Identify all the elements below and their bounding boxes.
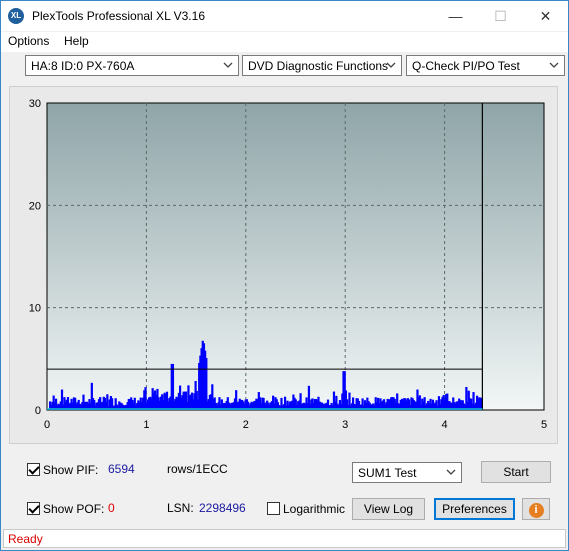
close-button[interactable]: ✕ [523,1,568,31]
x-tick-label: 0 [44,419,50,431]
chart-panel: 0 10 20 30 0 1 2 3 4 5 [9,86,558,444]
menu-bar: Options Help [1,32,568,52]
show-pif-checkbox[interactable] [27,463,40,476]
maximize-button[interactable]: ☐ [478,1,523,31]
menu-options[interactable]: Options [8,34,49,48]
minimize-button[interactable]: — [433,1,478,31]
sum-test-value: SUM1 Test [358,466,417,480]
x-tick-label: 3 [342,419,348,431]
x-tick-label: 4 [442,419,448,431]
function-select[interactable]: DVD Diagnostic Functions [242,55,402,76]
chevron-down-icon [386,62,396,68]
lsn-value: 2298496 [199,501,246,515]
title-bar: XL PlexTools Professional XL V3.16 — ☐ ✕ [1,1,568,31]
pi-po-chart: 0 10 20 30 0 1 2 3 4 5 [29,98,547,431]
x-tick-label: 2 [243,419,249,431]
menu-help[interactable]: Help [64,34,89,48]
info-button[interactable]: i [522,498,550,520]
status-text: Ready [8,532,43,546]
pif-unit: rows/1ECC [167,462,228,476]
app-window: XL PlexTools Professional XL V3.16 — ☐ ✕… [0,0,569,551]
show-pif-label: Show PIF: [43,463,99,477]
preferences-button[interactable]: Preferences [434,498,515,520]
show-pof-checkbox[interactable] [27,502,40,515]
chevron-down-icon [446,469,456,475]
drive-select[interactable]: HA:8 ID:0 PX-760A [25,55,239,76]
lsn-label: LSN: [167,501,194,515]
info-icon: i [528,503,544,518]
function-select-value: DVD Diagnostic Functions [248,59,389,73]
start-button[interactable]: Start [481,461,551,483]
pof-value: 0 [108,501,115,515]
x-tick-label: 1 [143,419,149,431]
plot-area [46,102,545,411]
status-bar: Ready [3,529,566,548]
window-title: PlexTools Professional XL V3.16 [32,9,205,23]
show-pof-label: Show POF: [43,502,105,516]
y-tick-label: 30 [29,98,41,110]
chevron-down-icon [223,62,233,68]
test-select-value: Q-Check PI/PO Test [412,59,520,73]
y-tick-label: 20 [29,200,41,212]
logarithmic-checkbox[interactable] [267,502,280,515]
test-select[interactable]: Q-Check PI/PO Test [406,55,565,76]
y-tick-label: 0 [35,405,41,417]
drive-select-value: HA:8 ID:0 PX-760A [31,59,135,73]
logarithmic-label: Logarithmic [283,502,346,516]
x-tick-label: 5 [541,419,547,431]
pif-value: 6594 [108,462,135,476]
y-tick-label: 10 [29,303,41,315]
view-log-button[interactable]: View Log [352,498,425,520]
chevron-down-icon [549,62,559,68]
sum-test-select[interactable]: SUM1 Test [352,462,462,483]
app-logo-icon: XL [8,8,24,24]
